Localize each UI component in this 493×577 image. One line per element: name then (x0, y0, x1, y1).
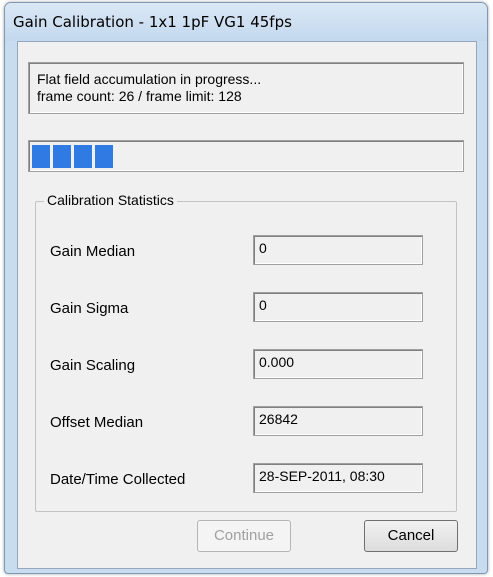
title-bar[interactable]: Gain Calibration - 1x1 1pF VG1 45fps (5, 3, 487, 41)
accumulation-progress-bar (28, 140, 464, 172)
dialog-body: Flat field accumulation in progress... f… (17, 41, 477, 569)
continue-button[interactable]: Continue (197, 520, 291, 552)
status-message-box: Flat field accumulation in progress... f… (28, 62, 464, 114)
calibration-statistics-group: Calibration Statistics Gain Median 0 Gai… (35, 192, 457, 512)
gain-median-field: 0 (253, 235, 423, 265)
group-label: Calibration Statistics (44, 192, 177, 208)
progress-fill (32, 145, 113, 168)
gain-sigma-field: 0 (253, 292, 423, 322)
window-title: Gain Calibration - 1x1 1pF VG1 45fps (13, 13, 292, 31)
date-time-collected-label: Date/Time Collected (50, 471, 186, 488)
cancel-button[interactable]: Cancel (364, 520, 458, 552)
gain-calibration-dialog: Gain Calibration - 1x1 1pF VG1 45fps Fla… (4, 2, 488, 574)
offset-median-label: Offset Median (50, 414, 144, 431)
gain-scaling-label: Gain Scaling (50, 357, 136, 374)
offset-median-field: 26842 (253, 406, 423, 436)
status-line-1: Flat field accumulation in progress... (37, 71, 262, 87)
date-time-collected-field: 28-SEP-2011, 08:30 (253, 463, 423, 493)
status-line-2: frame count: 26 / frame limit: 128 (37, 88, 242, 104)
gain-median-label: Gain Median (50, 243, 136, 260)
gain-scaling-field: 0.000 (253, 349, 423, 379)
gain-sigma-label: Gain Sigma (50, 300, 129, 317)
